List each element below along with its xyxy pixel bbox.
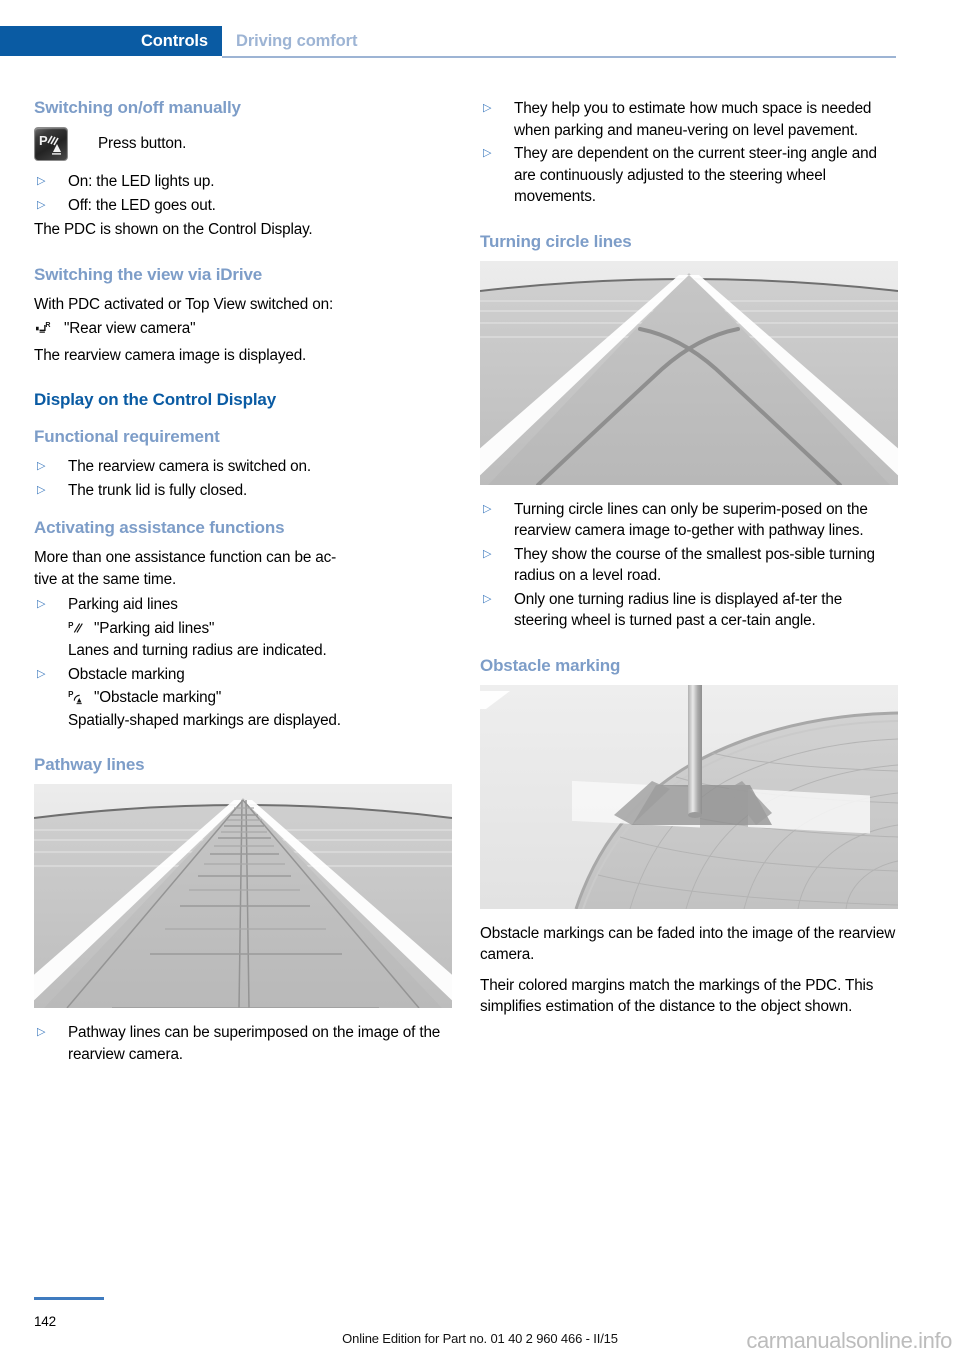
heading-obstacle-marking: Obstacle marking xyxy=(480,655,621,675)
obstacle-paragraph-2: Their colored margins match the markings… xyxy=(480,976,874,1016)
bullet-text: The trunk lid is fully closed. xyxy=(68,481,248,499)
list-item: ▷ On: the LED lights up. xyxy=(34,171,452,193)
parking-aid-lines-icon: P xyxy=(68,618,94,640)
list-item: ▷ Only one turning radius line is displa… xyxy=(480,589,898,632)
bullet-triangle-icon: ▷ xyxy=(483,547,492,560)
bullet-text: Turning circle lines can only be superim… xyxy=(514,500,868,540)
bullet-triangle-icon: ▷ xyxy=(37,667,46,680)
list-item: ▷ Turning circle lines can only be super… xyxy=(480,499,898,542)
pdc-button-icon: P xyxy=(34,127,68,161)
watermark: carmanualsonline.info xyxy=(746,1328,952,1353)
list-item: ▷ The rearview camera is switched on. xyxy=(34,456,452,478)
list-item: ▷ They help you to estimate how much spa… xyxy=(480,98,898,141)
bullet-triangle-icon: ▷ xyxy=(483,592,492,605)
obstacle-marking-label: "Obstacle marking" xyxy=(94,689,222,706)
activating-intro-text: More than one assistance function can be… xyxy=(34,549,337,588)
pathway-lines-figure xyxy=(34,784,452,1008)
list-item: ▷ Parking aid lines xyxy=(34,594,452,616)
svg-text:P: P xyxy=(68,621,74,630)
bullet-triangle-icon: ▷ xyxy=(37,483,46,496)
bullet-text: Pathway lines can be superimposed on the… xyxy=(68,1024,441,1063)
tab-controls[interactable]: Controls xyxy=(0,26,222,56)
page-header: Controls Driving comfort xyxy=(0,26,960,56)
bullet-triangle-icon: ▷ xyxy=(37,598,46,610)
list-item: ▷ Obstacle marking xyxy=(34,664,452,686)
parking-aid-desc: Lanes and turning radius are indicated. xyxy=(68,642,327,659)
svg-text:P: P xyxy=(39,133,48,148)
bullet-triangle-icon: ▷ xyxy=(483,102,492,114)
page-number: 142 xyxy=(34,1314,56,1329)
bullet-triangle-icon: ▷ xyxy=(483,147,492,159)
bullet-text: The rearview camera is switched on. xyxy=(68,458,311,475)
bullet-text: They show the course of the smallest pos… xyxy=(514,545,875,585)
bullet-text: Parking aid lines xyxy=(68,596,178,613)
header-divider xyxy=(222,56,896,58)
bullet-text: Obstacle marking xyxy=(68,665,185,683)
obstacle-marking-figure xyxy=(480,684,898,909)
svg-text:R: R xyxy=(45,321,50,329)
obstacle-marking-icon: P xyxy=(68,687,94,709)
footer-divider xyxy=(34,1297,104,1300)
rear-view-camera-row: R "Rear view camera" xyxy=(34,318,452,340)
list-item: ▷ Pathway lines can be superimposed on t… xyxy=(34,1022,452,1065)
obstacle-marking-row: P "Obstacle marking" xyxy=(68,687,452,709)
list-item: ▷ Off: the LED goes out. xyxy=(34,195,452,217)
bullet-triangle-icon: ▷ xyxy=(483,502,492,515)
heading-switching-on-off: Switching on/off manually xyxy=(34,98,241,117)
press-button-label: Press button. xyxy=(98,135,187,152)
bullet-triangle-icon: ▷ xyxy=(37,198,46,211)
bullet-text: They are dependent on the current steer-… xyxy=(514,145,877,205)
right-column: ▷ They help you to estimate how much spa… xyxy=(480,98,898,1027)
tab-driving-comfort[interactable]: Driving comfort xyxy=(236,26,357,56)
rear-view-result-text: The rearview camera image is displayed. xyxy=(34,346,307,364)
heading-turning-circle-lines: Turning circle lines xyxy=(480,231,632,251)
heading-display-on-control-display: Display on the Control Display xyxy=(34,390,277,409)
pdc-shown-text: The PDC is shown on the Control Display. xyxy=(34,221,313,238)
bullet-triangle-icon: ▷ xyxy=(37,175,46,187)
heading-switching-view-idrive: Switching the view via iDrive xyxy=(34,264,263,284)
list-item: ▷ They are dependent on the current stee… xyxy=(480,143,898,208)
bullet-text: Only one turning radius line is displaye… xyxy=(514,590,843,630)
svg-text:P: P xyxy=(68,690,74,699)
rear-view-camera-label: "Rear view camera" xyxy=(64,320,196,337)
parking-aid-lines-label: "Parking aid lines" xyxy=(94,619,215,637)
list-item: ▷ The trunk lid is fully closed. xyxy=(34,480,452,502)
obstacle-paragraph-1: Obstacle markings can be faded into the … xyxy=(480,924,896,964)
heading-pathway-lines: Pathway lines xyxy=(34,755,145,774)
bullet-triangle-icon: ▷ xyxy=(37,460,46,472)
left-column: Switching on/off manually P Press button… xyxy=(34,98,452,1067)
obstacle-marking-desc: Spatially-shaped markings are displayed. xyxy=(68,711,341,729)
parking-aid-lines-row: P "Parking aid lines" xyxy=(68,618,452,640)
turning-circle-lines-figure xyxy=(480,260,898,485)
rear-view-camera-icon: R xyxy=(34,318,64,340)
list-item: ▷ They show the course of the smallest p… xyxy=(480,544,898,587)
bullet-text: Off: the LED goes out. xyxy=(68,196,216,214)
bullet-text: They help you to estimate how much space… xyxy=(514,100,872,139)
press-button-row: P Press button. xyxy=(34,127,452,161)
heading-activating-assistance-functions: Activating assistance functions xyxy=(34,518,285,537)
bullet-triangle-icon: ▷ xyxy=(37,1026,46,1038)
idrive-intro-text: With PDC activated or Top View switched … xyxy=(34,295,334,313)
heading-functional-requirement: Functional requirement xyxy=(34,427,220,446)
bullet-text: On: the LED lights up. xyxy=(68,173,215,190)
